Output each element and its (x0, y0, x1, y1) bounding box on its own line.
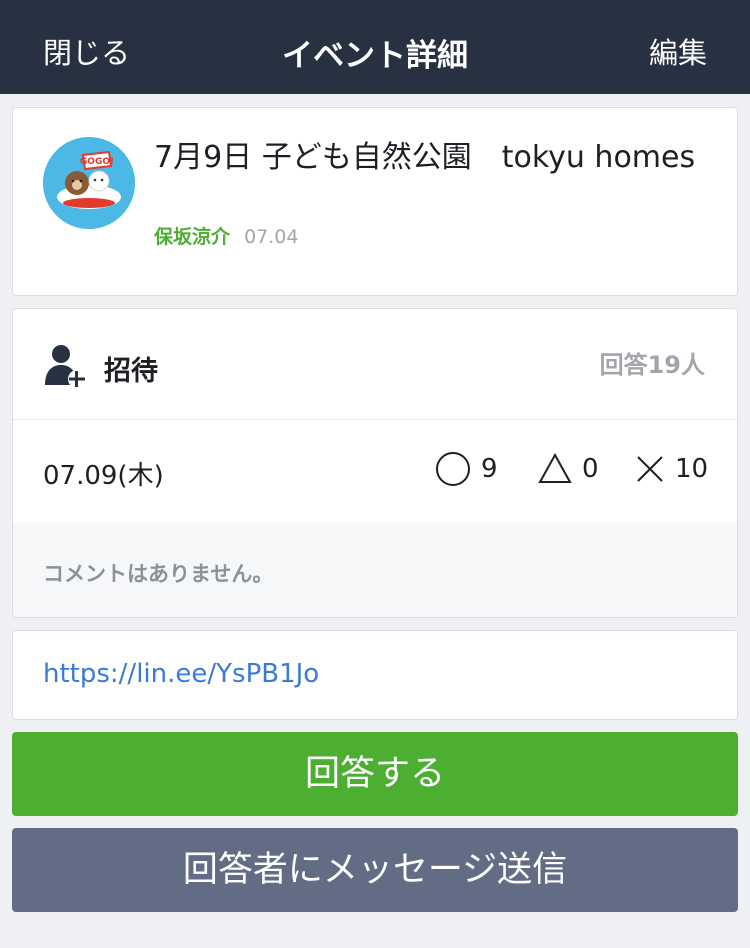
invite-label: 招待 (104, 356, 158, 387)
event-link[interactable]: https://lin.ee/YsPB1Jo (43, 659, 319, 689)
link-card: https://lin.ee/YsPB1Jo (12, 630, 738, 720)
edit-button[interactable]: 編集 (649, 30, 707, 72)
circle-icon (436, 452, 470, 486)
event-author[interactable]: 保坂涼介 (154, 226, 230, 248)
event-title: 7月9日 子ども自然公園 tokyu homes (154, 140, 696, 175)
event-meta: 保坂涼介 07.04 (154, 222, 298, 249)
add-person-icon (45, 345, 86, 388)
event-posted-date: 07.04 (244, 226, 299, 248)
avatar[interactable]: GOGO! (43, 137, 135, 229)
message-respondents-button[interactable]: 回答者にメッセージ送信 (12, 828, 738, 912)
attend-maybe-tally: 0 (538, 447, 599, 491)
cross-icon (637, 456, 663, 482)
attend-yes-tally: 9 (435, 447, 498, 491)
comment-section: コメントはありません。 (13, 522, 737, 617)
date-option-label: 07.09(木) (43, 461, 164, 491)
top-bar: 閉じる イベント詳細 編集 (0, 0, 750, 94)
avatar-badge-text: GOGO! (80, 157, 114, 167)
page-title: イベント詳細 (282, 38, 468, 74)
event-card: GOGO! 7月9日 子ども自然公園 tokyu homes 保坂涼介 07.0… (12, 107, 738, 296)
attendance-card: 招待 回答19人 07.09(木) 9 0 10 コメントはありません。 (12, 308, 738, 618)
attend-no-count: 10 (675, 454, 709, 484)
date-option-row[interactable]: 07.09(木) 9 0 10 (13, 419, 737, 523)
triangle-icon (538, 452, 572, 483)
attend-maybe-count: 0 (582, 454, 599, 484)
no-comments-text: コメントはありません。 (43, 562, 274, 586)
reply-count: 回答19人 (599, 351, 705, 379)
avatar-sticker-image: GOGO! (43, 137, 135, 229)
answer-button[interactable]: 回答する (12, 732, 738, 816)
attend-yes-count: 9 (481, 454, 498, 484)
attend-no-tally: 10 (635, 447, 708, 491)
invite-row[interactable]: 招待 回答19人 (13, 309, 737, 420)
